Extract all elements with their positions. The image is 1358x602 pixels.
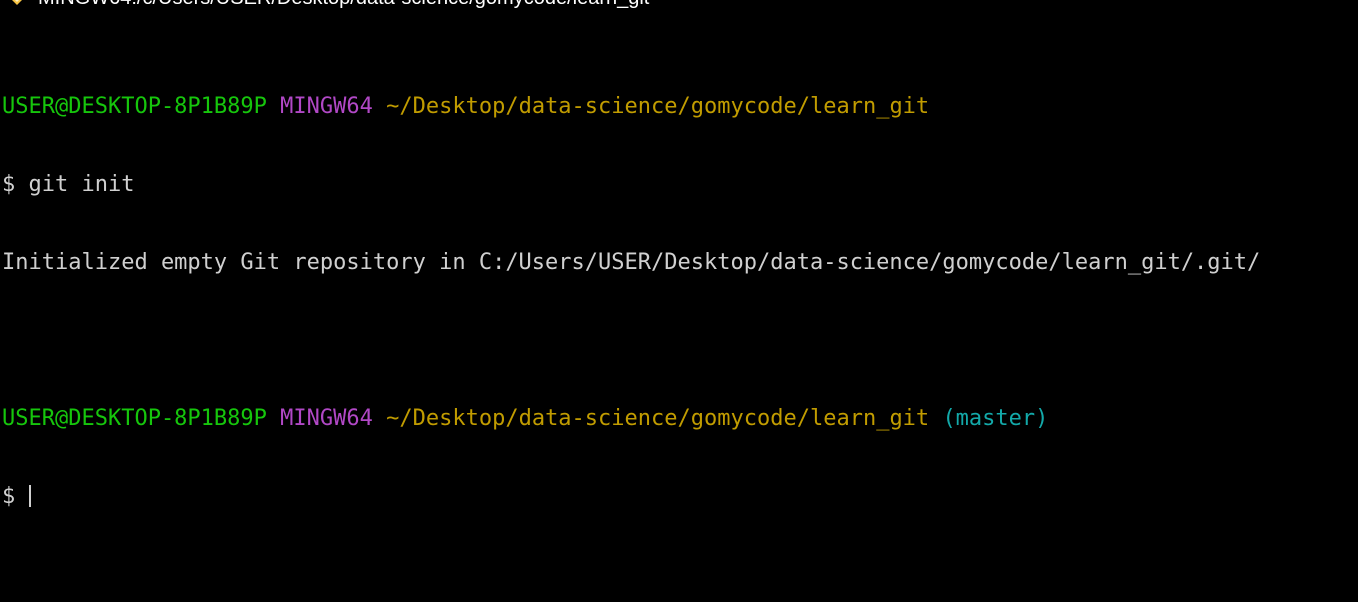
- window-titlebar: MINGW64:/c/Users/USER/Desktop/data-scien…: [0, 0, 1358, 10]
- git-bash-window: MINGW64:/c/Users/USER/Desktop/data-scien…: [0, 0, 1358, 602]
- prompt-user-host: USER@DESKTOP-8P1B89P: [2, 406, 267, 431]
- prompt-msystem: MINGW64: [280, 406, 373, 431]
- prompt-user-host: USER@DESKTOP-8P1B89P: [2, 94, 267, 119]
- git-bash-icon: [12, 0, 22, 5]
- text-cursor: [28, 485, 31, 507]
- input-prompt: $: [2, 484, 29, 509]
- prompt-branch: (master): [942, 406, 1049, 431]
- input-line[interactable]: $: [2, 484, 1260, 510]
- prompt-path: ~/Desktop/data-science/gomycode/learn_gi…: [386, 406, 930, 431]
- command-output: Initialized empty Git repository in C:/U…: [2, 250, 1261, 275]
- window-title: MINGW64:/c/Users/USER/Desktop/data-scien…: [38, 0, 649, 10]
- prompt-path: ~/Desktop/data-science/gomycode/learn_gi…: [386, 94, 930, 119]
- terminal-output[interactable]: USER@DESKTOP-8P1B89P MINGW64 ~/Desktop/d…: [2, 42, 1260, 562]
- prompt-line: USER@DESKTOP-8P1B89P MINGW64 ~/Desktop/d…: [2, 406, 1260, 432]
- prompt-line: USER@DESKTOP-8P1B89P MINGW64 ~/Desktop/d…: [2, 94, 1260, 120]
- prompt-msystem: MINGW64: [280, 94, 373, 119]
- command-line: $ git init: [2, 172, 135, 197]
